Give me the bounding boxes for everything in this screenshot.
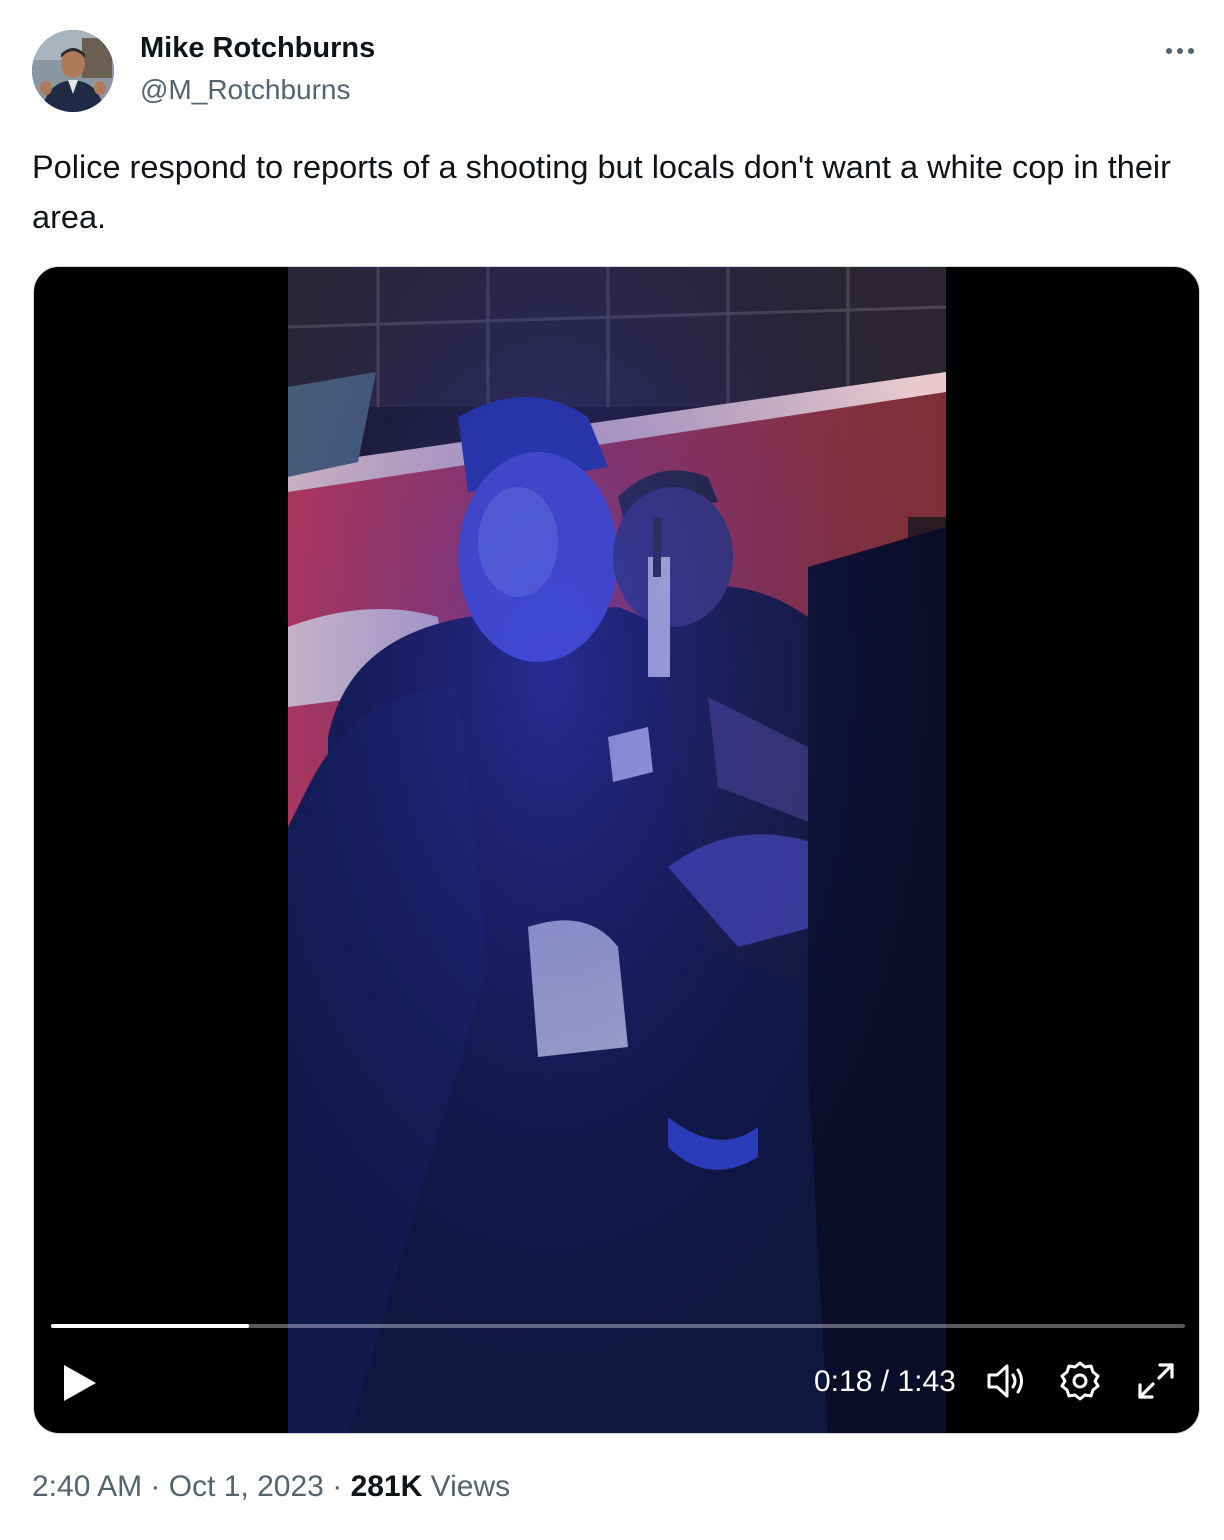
author-handle[interactable]: @M_Rotchburns: [140, 74, 351, 106]
tweet-header: Mike Rotchburns @M_Rotchburns: [32, 30, 1200, 114]
volume-icon[interactable]: [984, 1359, 1028, 1403]
video-frame: [288, 267, 946, 1433]
play-icon[interactable]: [60, 1361, 100, 1405]
avatar[interactable]: [32, 30, 114, 112]
tweet-time[interactable]: 2:40 AM: [32, 1470, 142, 1503]
settings-icon[interactable]: [1058, 1359, 1102, 1403]
more-options-icon[interactable]: [1160, 36, 1200, 66]
time-separator: /: [880, 1365, 890, 1398]
fullscreen-icon[interactable]: [1134, 1359, 1178, 1403]
video-controls: 0:18 / 1:43: [34, 1357, 1199, 1417]
meta-dot: ·: [332, 1470, 343, 1503]
views-count: 281K: [350, 1470, 423, 1503]
tweet-date[interactable]: Oct 1, 2023: [169, 1470, 324, 1503]
tweet-meta: 2:40 AM · Oct 1, 2023 · 281K Views: [32, 1470, 510, 1504]
video-time: 0:18 / 1:43: [814, 1365, 956, 1399]
tweet-text: Police respond to reports of a shooting …: [32, 149, 1171, 235]
video-progress-fill: [51, 1324, 250, 1328]
meta-dot: ·: [150, 1470, 161, 1503]
video-player[interactable]: 0:18 / 1:43: [33, 266, 1200, 1434]
video-progress-bar[interactable]: [51, 1324, 1185, 1328]
current-time: 0:18: [814, 1365, 873, 1398]
views-label: Views: [430, 1470, 511, 1503]
avatar-image: [32, 30, 114, 112]
author-name[interactable]: Mike Rotchburns: [140, 32, 375, 65]
duration: 1:43: [897, 1365, 956, 1398]
